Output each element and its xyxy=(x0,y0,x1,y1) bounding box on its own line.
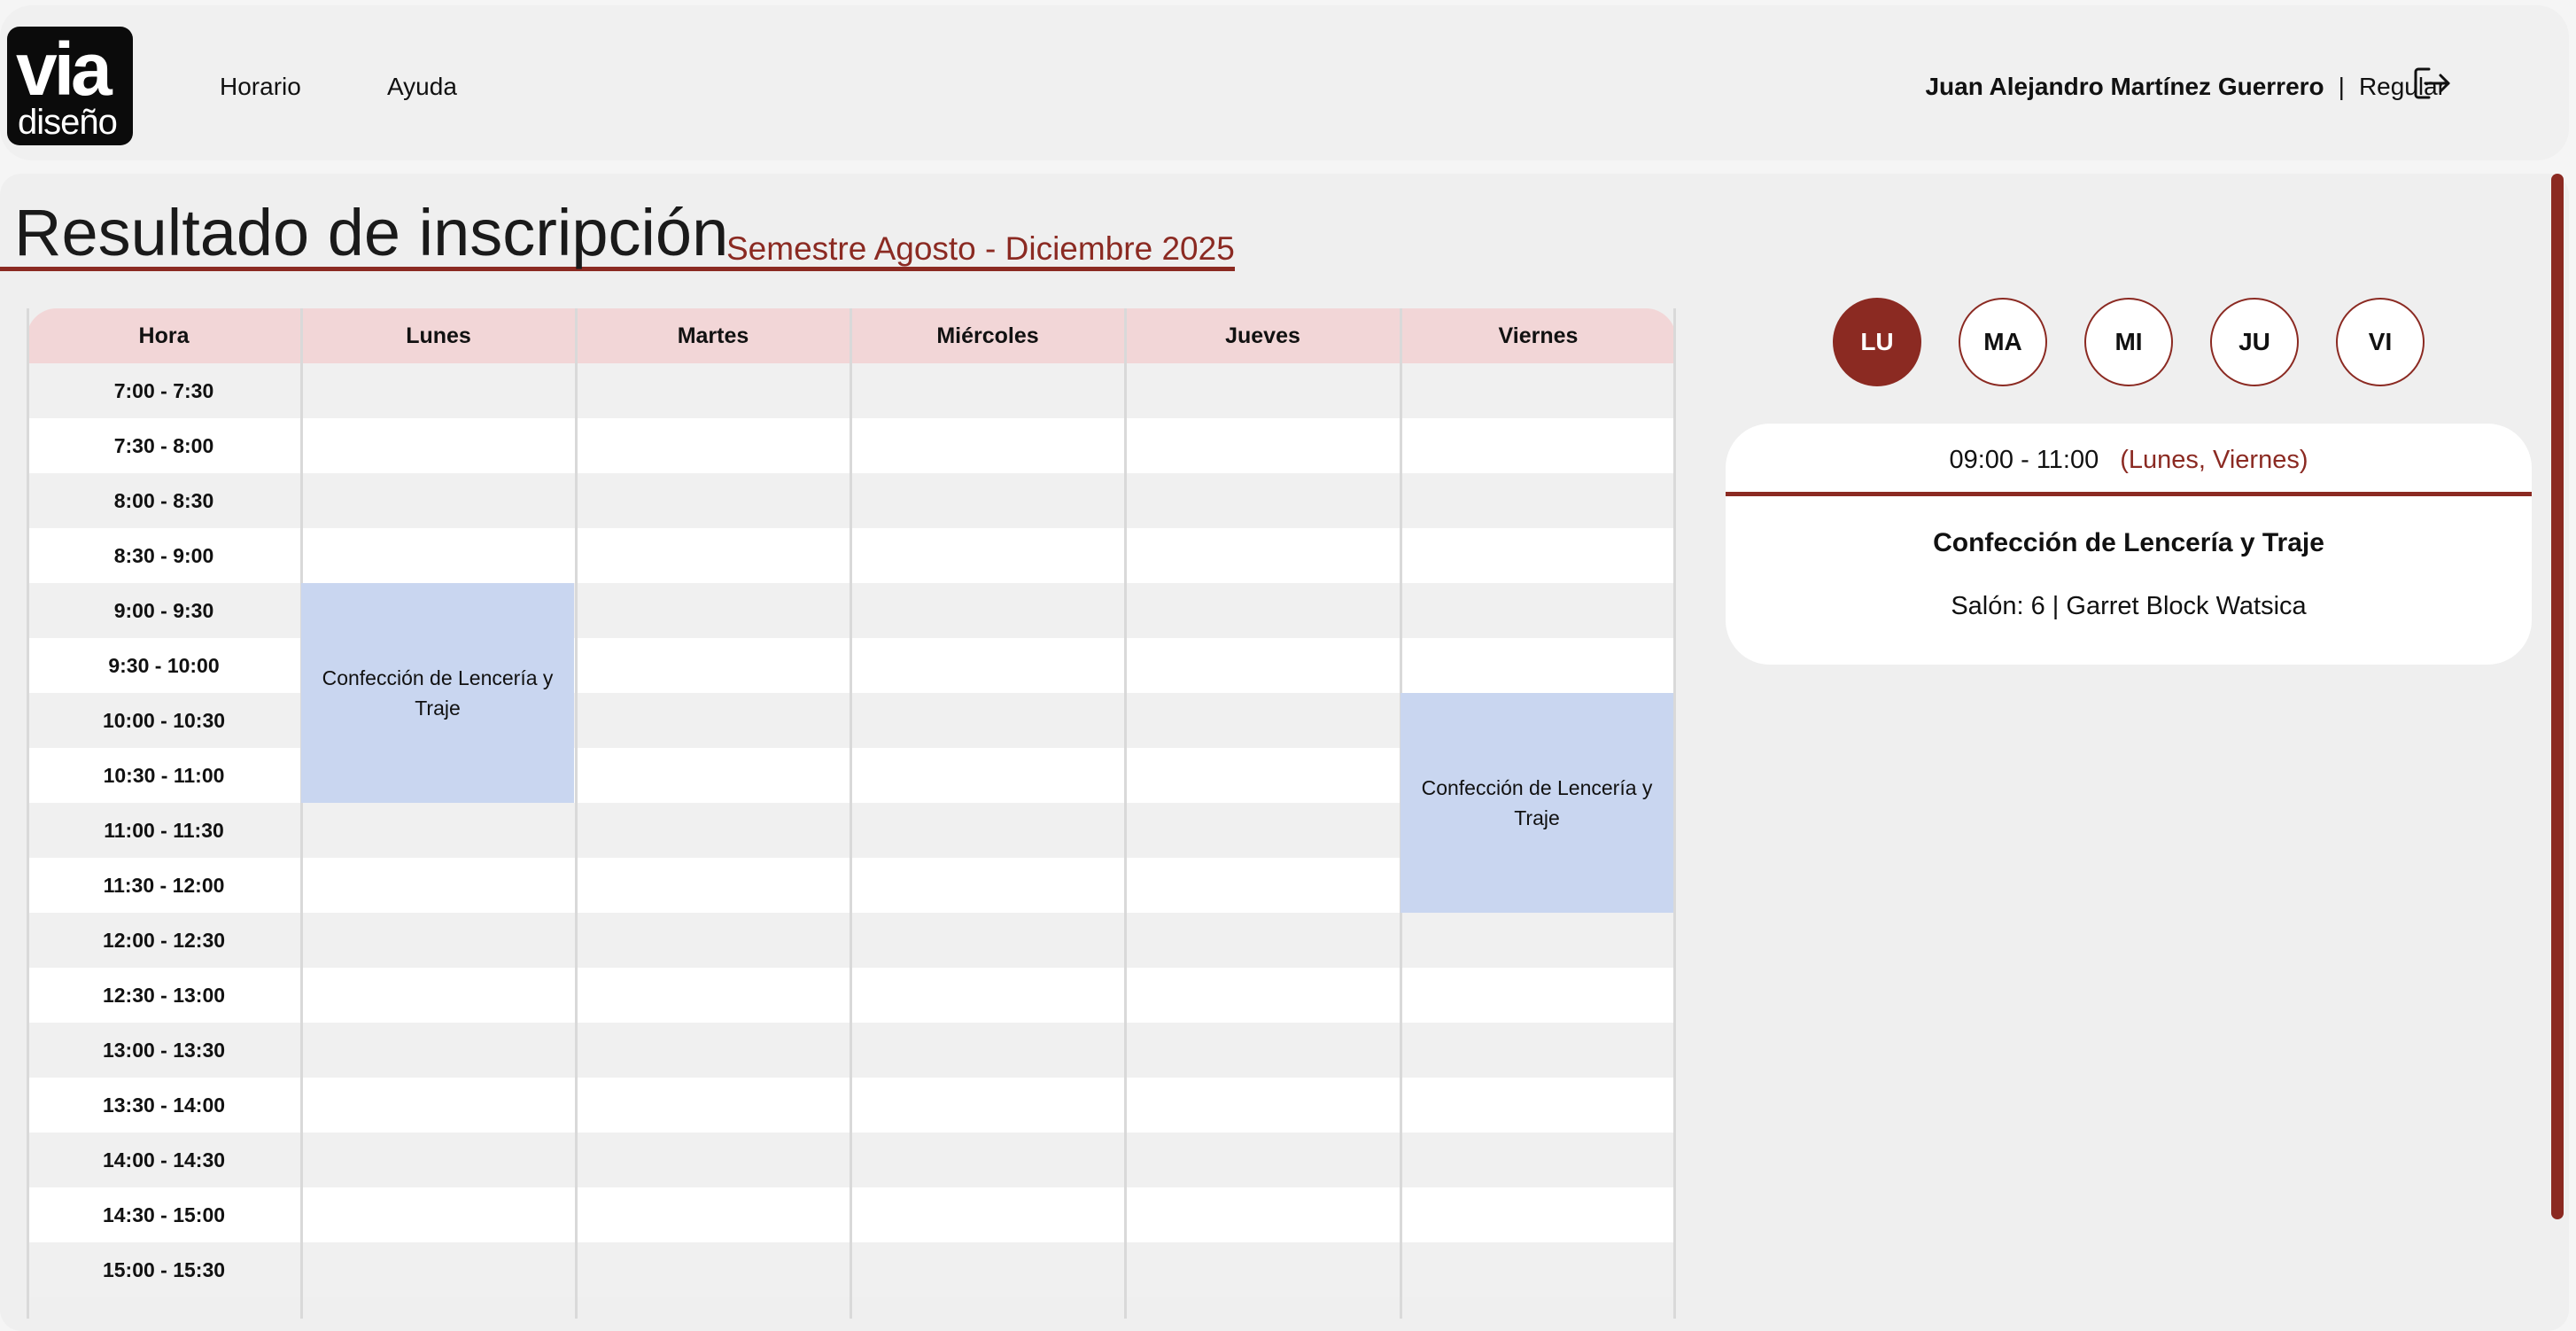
header-viernes: Viernes xyxy=(1498,323,1579,348)
user-name: Juan Alejandro Martínez Guerrero xyxy=(1925,73,2324,100)
page-scrollbar[interactable] xyxy=(2551,174,2564,1219)
day-button-ma[interactable]: MA xyxy=(1959,298,2047,386)
nav-ayuda[interactable]: Ayuda xyxy=(387,73,457,101)
header-lunes: Lunes xyxy=(406,323,471,348)
via-diseno-logo[interactable]: via diseño xyxy=(7,27,133,145)
detail-time-line: 09:00 - 11:00 (Lunes, Viernes) xyxy=(1726,424,2532,496)
time-slot-label: 7:00 - 7:30 xyxy=(113,379,214,402)
day-button-mi[interactable]: MI xyxy=(2084,298,2173,386)
detail-room: Salón: 6 | Garret Block Watsica xyxy=(1951,592,2307,620)
page-title: Resultado de inscripción xyxy=(14,196,729,269)
time-slot-label: 9:00 - 9:30 xyxy=(113,599,214,622)
class-detail-card: 09:00 - 11:00 (Lunes, Viernes) Confección… xyxy=(1726,424,2532,665)
column-divider xyxy=(1673,308,1676,1319)
main-panel: Resultado de inscripción Semestre Agosto… xyxy=(0,174,2569,1331)
time-slot-label: 11:00 - 11:30 xyxy=(104,819,224,842)
day-button-lu[interactable]: LU xyxy=(1833,298,1921,386)
detail-time: 09:00 - 11:00 xyxy=(1949,446,2099,474)
day-button-vi[interactable]: VI xyxy=(2336,298,2425,386)
time-slot-label: 10:30 - 11:00 xyxy=(103,764,225,787)
header-miercoles: Miércoles xyxy=(936,323,1039,348)
column-divider xyxy=(575,308,578,1319)
time-slot-label: 14:30 - 15:00 xyxy=(102,1203,226,1226)
class-block[interactable]: Confección de Lencería y Traje xyxy=(301,583,574,803)
time-slot-label: 13:30 - 14:00 xyxy=(102,1094,226,1117)
time-slot-label: 13:00 - 13:30 xyxy=(102,1039,226,1062)
time-slot-label: 15:00 - 15:30 xyxy=(102,1258,226,1281)
column-divider xyxy=(27,308,29,1319)
title-bar: Resultado de inscripción Semestre Agosto… xyxy=(0,188,1235,271)
top-header: via diseño Horario Ayuda Juan Alejandro … xyxy=(0,5,2569,160)
logo-text-diseno: diseño xyxy=(18,103,118,142)
detail-days: (Lunes, Viernes) xyxy=(2120,446,2308,474)
semester-label: Semestre Agosto - Diciembre 2025 xyxy=(726,230,1235,267)
header-hora: Hora xyxy=(138,323,190,348)
column-divider xyxy=(1124,308,1127,1319)
time-slot-label: 12:30 - 13:00 xyxy=(102,984,226,1007)
logo-text-via: via xyxy=(16,27,113,111)
header-martes: Martes xyxy=(677,323,749,348)
time-slot-label: 12:00 - 12:30 xyxy=(102,929,226,952)
time-slot-label: 8:30 - 9:00 xyxy=(113,544,214,567)
time-slot-label: 8:00 - 8:30 xyxy=(113,489,214,512)
day-button-ju[interactable]: JU xyxy=(2210,298,2299,386)
column-divider xyxy=(300,308,303,1319)
time-slot-label: 14:00 - 14:30 xyxy=(102,1148,226,1171)
logout-icon[interactable] xyxy=(2413,66,2452,101)
nav-horario[interactable]: Horario xyxy=(220,73,301,101)
time-slot-label: 7:30 - 8:00 xyxy=(113,434,214,457)
user-separator: | xyxy=(2338,73,2345,100)
detail-course-name: Confección de Lencería y Traje xyxy=(1933,528,2324,557)
time-slot-label: 10:00 - 10:30 xyxy=(102,709,226,732)
schedule-table: Hora Lunes Martes Miércoles Jueves Viern… xyxy=(27,308,1676,1319)
class-block[interactable]: Confección de Lencería y Traje xyxy=(1401,693,1673,913)
time-slot-label: 11:30 - 12:00 xyxy=(103,874,225,897)
time-slot-label: 9:30 - 10:00 xyxy=(108,654,220,677)
header-jueves: Jueves xyxy=(1225,323,1300,348)
user-info: Juan Alejandro Martínez Guerrero | Regul… xyxy=(1925,73,2446,101)
column-divider xyxy=(850,308,852,1319)
